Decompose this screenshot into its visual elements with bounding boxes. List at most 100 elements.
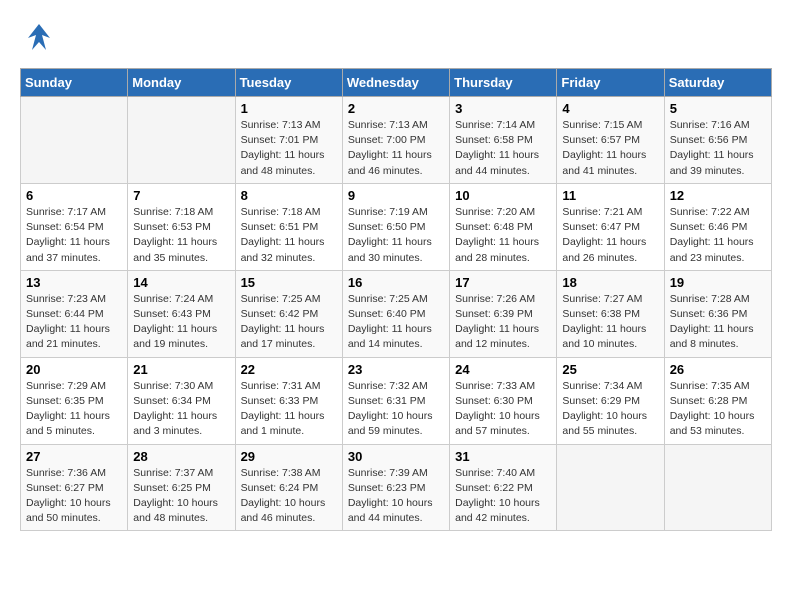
day-number: 9 [348, 188, 444, 203]
day-info: Sunrise: 7:17 AM Sunset: 6:54 PM Dayligh… [26, 205, 122, 266]
col-header-tuesday: Tuesday [235, 69, 342, 97]
calendar-cell: 1 Sunrise: 7:13 AM Sunset: 7:01 PM Daylig… [235, 97, 342, 184]
calendar-cell: 3 Sunrise: 7:14 AM Sunset: 6:58 PM Daylig… [450, 97, 557, 184]
calendar-cell [557, 444, 664, 531]
calendar-cell: 27 Sunrise: 7:36 AM Sunset: 6:27 PM Dayli… [21, 444, 128, 531]
day-info: Sunrise: 7:39 AM Sunset: 6:23 PM Dayligh… [348, 466, 444, 527]
day-info: Sunrise: 7:37 AM Sunset: 6:25 PM Dayligh… [133, 466, 229, 527]
day-info: Sunrise: 7:20 AM Sunset: 6:48 PM Dayligh… [455, 205, 551, 266]
day-info: Sunrise: 7:27 AM Sunset: 6:38 PM Dayligh… [562, 292, 658, 353]
day-number: 3 [455, 101, 551, 116]
col-header-monday: Monday [128, 69, 235, 97]
day-number: 27 [26, 449, 122, 464]
day-number: 17 [455, 275, 551, 290]
day-number: 4 [562, 101, 658, 116]
day-info: Sunrise: 7:38 AM Sunset: 6:24 PM Dayligh… [241, 466, 337, 527]
day-number: 22 [241, 362, 337, 377]
calendar-cell: 26 Sunrise: 7:35 AM Sunset: 6:28 PM Dayli… [664, 357, 771, 444]
col-header-wednesday: Wednesday [342, 69, 449, 97]
calendar-week-row: 20 Sunrise: 7:29 AM Sunset: 6:35 PM Dayli… [21, 357, 772, 444]
calendar-cell: 19 Sunrise: 7:28 AM Sunset: 6:36 PM Dayli… [664, 270, 771, 357]
day-number: 26 [670, 362, 766, 377]
day-info: Sunrise: 7:25 AM Sunset: 6:40 PM Dayligh… [348, 292, 444, 353]
calendar-cell: 30 Sunrise: 7:39 AM Sunset: 6:23 PM Dayli… [342, 444, 449, 531]
day-info: Sunrise: 7:22 AM Sunset: 6:46 PM Dayligh… [670, 205, 766, 266]
day-number: 11 [562, 188, 658, 203]
day-number: 1 [241, 101, 337, 116]
day-number: 12 [670, 188, 766, 203]
day-info: Sunrise: 7:28 AM Sunset: 6:36 PM Dayligh… [670, 292, 766, 353]
day-info: Sunrise: 7:36 AM Sunset: 6:27 PM Dayligh… [26, 466, 122, 527]
day-info: Sunrise: 7:35 AM Sunset: 6:28 PM Dayligh… [670, 379, 766, 440]
day-number: 8 [241, 188, 337, 203]
day-number: 18 [562, 275, 658, 290]
calendar-cell: 21Sunrise: 7:30 AM Sunset: 6:34 PM Dayli… [128, 357, 235, 444]
calendar-cell: 18 Sunrise: 7:27 AM Sunset: 6:38 PM Dayli… [557, 270, 664, 357]
day-number: 10 [455, 188, 551, 203]
calendar-cell: 28 Sunrise: 7:37 AM Sunset: 6:25 PM Dayli… [128, 444, 235, 531]
day-info: Sunrise: 7:40 AM Sunset: 6:22 PM Dayligh… [455, 466, 551, 527]
logo-icon [20, 20, 58, 58]
day-number: 6 [26, 188, 122, 203]
calendar-cell: 16 Sunrise: 7:25 AM Sunset: 6:40 PM Dayli… [342, 270, 449, 357]
calendar-cell: 5 Sunrise: 7:16 AM Sunset: 6:56 PM Daylig… [664, 97, 771, 184]
col-header-friday: Friday [557, 69, 664, 97]
day-number: 20 [26, 362, 122, 377]
calendar-cell: 15 Sunrise: 7:25 AM Sunset: 6:42 PM Dayli… [235, 270, 342, 357]
day-number: 13 [26, 275, 122, 290]
day-number: 15 [241, 275, 337, 290]
calendar-table: SundayMondayTuesdayWednesdayThursdayFrid… [20, 68, 772, 531]
calendar-cell: 22 Sunrise: 7:31 AM Sunset: 6:33 PM Dayli… [235, 357, 342, 444]
day-info: Sunrise: 7:34 AM Sunset: 6:29 PM Dayligh… [562, 379, 658, 440]
day-info: Sunrise: 7:29 AM Sunset: 6:35 PM Dayligh… [26, 379, 122, 440]
day-info: Sunrise: 7:23 AM Sunset: 6:44 PM Dayligh… [26, 292, 122, 353]
calendar-cell [128, 97, 235, 184]
day-info: Sunrise: 7:15 AM Sunset: 6:57 PM Dayligh… [562, 118, 658, 179]
day-number: 14 [133, 275, 229, 290]
day-number: 28 [133, 449, 229, 464]
day-info: Sunrise: 7:32 AM Sunset: 6:31 PM Dayligh… [348, 379, 444, 440]
day-info: Sunrise: 7:21 AM Sunset: 6:47 PM Dayligh… [562, 205, 658, 266]
day-number: 5 [670, 101, 766, 116]
day-info: Sunrise: 7:18 AM Sunset: 6:51 PM Dayligh… [241, 205, 337, 266]
calendar-cell: 13 Sunrise: 7:23 AM Sunset: 6:44 PM Dayli… [21, 270, 128, 357]
calendar-cell: 6 Sunrise: 7:17 AM Sunset: 6:54 PM Daylig… [21, 183, 128, 270]
calendar-cell: 2Sunrise: 7:13 AM Sunset: 7:00 PM Daylig… [342, 97, 449, 184]
calendar-cell [664, 444, 771, 531]
day-info: Sunrise: 7:14 AM Sunset: 6:58 PM Dayligh… [455, 118, 551, 179]
day-info: Sunrise: 7:30 AM Sunset: 6:34 PM Dayligh… [133, 379, 229, 440]
calendar-cell: 23Sunrise: 7:32 AM Sunset: 6:31 PM Dayli… [342, 357, 449, 444]
calendar-week-row: 27 Sunrise: 7:36 AM Sunset: 6:27 PM Dayli… [21, 444, 772, 531]
day-info: Sunrise: 7:16 AM Sunset: 6:56 PM Dayligh… [670, 118, 766, 179]
calendar-week-row: 6 Sunrise: 7:17 AM Sunset: 6:54 PM Daylig… [21, 183, 772, 270]
col-header-saturday: Saturday [664, 69, 771, 97]
logo [20, 20, 62, 58]
calendar-cell: 14 Sunrise: 7:24 AM Sunset: 6:43 PM Dayli… [128, 270, 235, 357]
day-info: Sunrise: 7:26 AM Sunset: 6:39 PM Dayligh… [455, 292, 551, 353]
calendar-cell: 31Sunrise: 7:40 AM Sunset: 6:22 PM Dayli… [450, 444, 557, 531]
day-info: Sunrise: 7:24 AM Sunset: 6:43 PM Dayligh… [133, 292, 229, 353]
day-number: 16 [348, 275, 444, 290]
calendar-week-row: 1 Sunrise: 7:13 AM Sunset: 7:01 PM Daylig… [21, 97, 772, 184]
day-number: 29 [241, 449, 337, 464]
day-info: Sunrise: 7:19 AM Sunset: 6:50 PM Dayligh… [348, 205, 444, 266]
calendar-cell [21, 97, 128, 184]
calendar-cell: 8 Sunrise: 7:18 AM Sunset: 6:51 PM Daylig… [235, 183, 342, 270]
day-info: Sunrise: 7:13 AM Sunset: 7:01 PM Dayligh… [241, 118, 337, 179]
calendar-cell: 25Sunrise: 7:34 AM Sunset: 6:29 PM Dayli… [557, 357, 664, 444]
day-info: Sunrise: 7:31 AM Sunset: 6:33 PM Dayligh… [241, 379, 337, 440]
calendar-header-row: SundayMondayTuesdayWednesdayThursdayFrid… [21, 69, 772, 97]
day-number: 30 [348, 449, 444, 464]
calendar-cell: 10 Sunrise: 7:20 AM Sunset: 6:48 PM Dayli… [450, 183, 557, 270]
calendar-week-row: 13 Sunrise: 7:23 AM Sunset: 6:44 PM Dayli… [21, 270, 772, 357]
day-info: Sunrise: 7:25 AM Sunset: 6:42 PM Dayligh… [241, 292, 337, 353]
page-header [20, 20, 772, 58]
calendar-cell: 24Sunrise: 7:33 AM Sunset: 6:30 PM Dayli… [450, 357, 557, 444]
calendar-cell: 17 Sunrise: 7:26 AM Sunset: 6:39 PM Dayli… [450, 270, 557, 357]
calendar-cell: 11 Sunrise: 7:21 AM Sunset: 6:47 PM Dayli… [557, 183, 664, 270]
day-number: 7 [133, 188, 229, 203]
calendar-cell: 9 Sunrise: 7:19 AM Sunset: 6:50 PM Daylig… [342, 183, 449, 270]
day-number: 19 [670, 275, 766, 290]
day-info: Sunrise: 7:18 AM Sunset: 6:53 PM Dayligh… [133, 205, 229, 266]
day-info: Sunrise: 7:33 AM Sunset: 6:30 PM Dayligh… [455, 379, 551, 440]
